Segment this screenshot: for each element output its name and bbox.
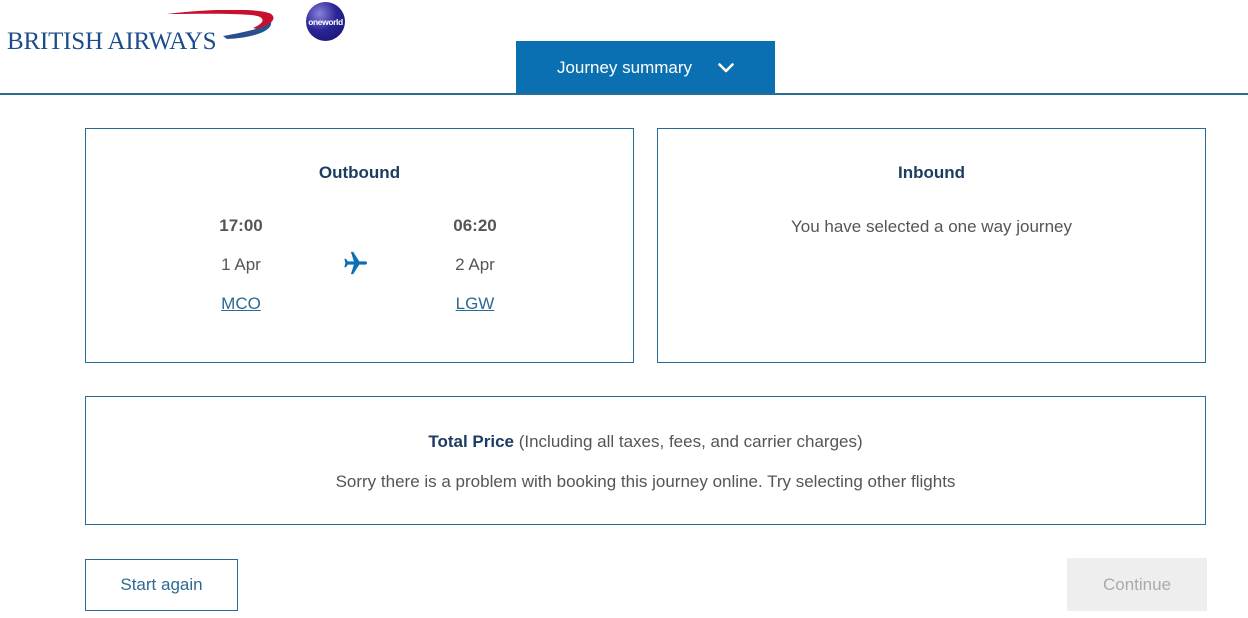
inbound-panel: Inbound You have selected a one way jour… [657,128,1206,363]
chevron-down-icon [718,58,734,78]
total-price-label: Total Price [428,432,514,451]
departure-airport-link[interactable]: MCO [181,294,301,314]
inbound-title: Inbound [897,163,966,182]
outbound-panel: Outbound 17:00 1 Apr MCO 06:20 2 Apr LGW [85,128,634,363]
departure-date: 1 Apr [221,255,261,274]
total-price-note: (Including all taxes, fees, and carrier … [513,432,863,451]
arrival-info: 06:20 2 Apr LGW [415,216,535,316]
continue-button[interactable]: Continue [1067,558,1207,611]
total-price-panel: Total Price (Including all taxes, fees, … [85,396,1206,525]
inbound-message: You have selected a one way journey [790,217,1072,236]
site-header: BRITISH AIRWAYS oneworld Journey summary [0,0,1248,95]
plane-icon [344,251,368,275]
start-again-button[interactable]: Start again [85,559,238,611]
booking-error-message: Sorry there is a problem with booking th… [335,472,956,491]
journey-summary-toggle[interactable]: Journey summary [516,41,775,94]
departure-info: 17:00 1 Apr MCO [181,216,301,316]
logo-wordmark: BRITISH AIRWAYS [7,28,217,55]
total-price-line: Total Price (Including all taxes, fees, … [86,432,1205,452]
outbound-title: Outbound [318,163,401,182]
arrival-airport-link[interactable]: LGW [415,294,535,314]
journey-summary-label: Journey summary [556,57,693,77]
british-airways-logo[interactable]: BRITISH AIRWAYS [7,10,277,60]
arrival-date: 2 Apr [455,255,495,274]
header-divider [0,93,1248,95]
departure-time: 17:00 [219,216,263,235]
oneworld-logo: oneworld [306,2,345,41]
arrival-time: 06:20 [453,216,497,235]
